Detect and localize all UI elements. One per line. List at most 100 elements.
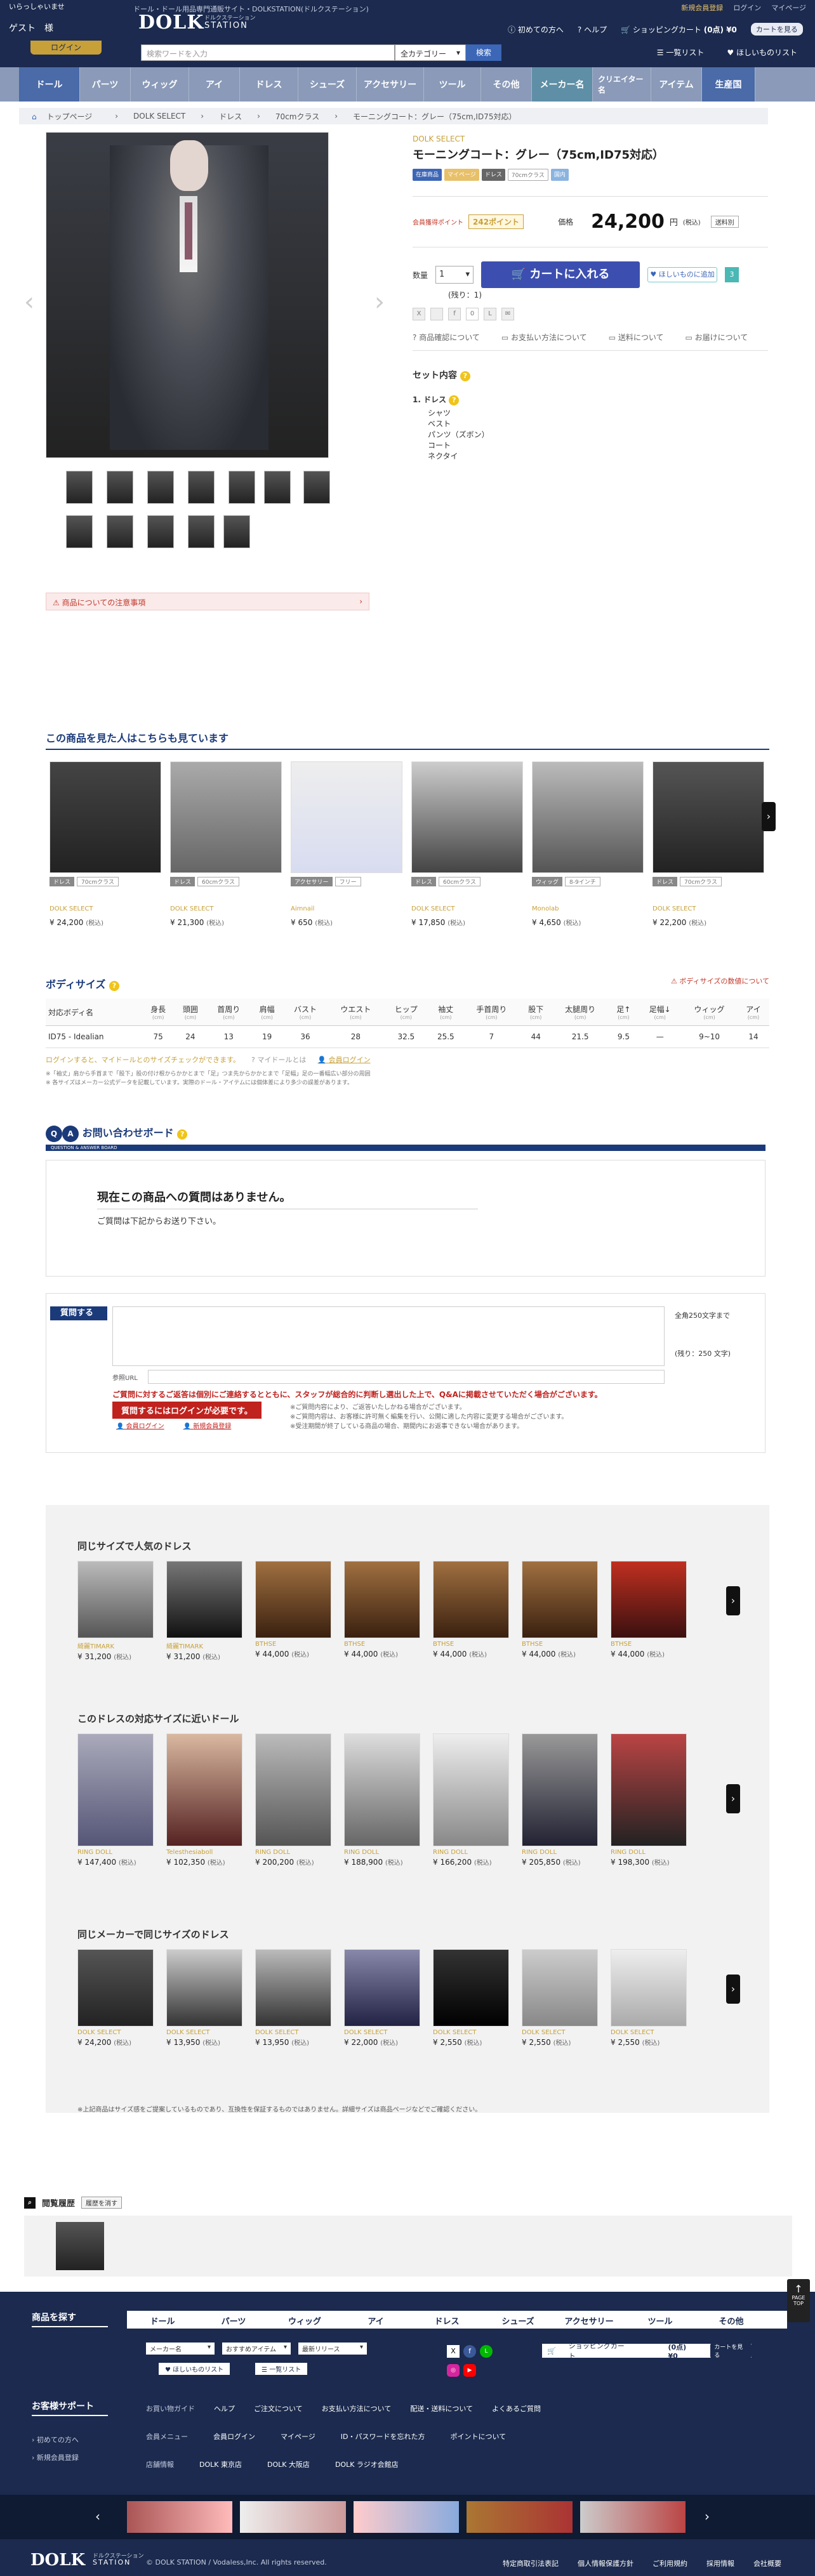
rec-card[interactable]: RING DOLL ¥ 200,200 (税込) xyxy=(255,1733,331,1867)
shipping-link[interactable]: ▭ 送料について xyxy=(609,332,664,343)
question-textarea[interactable] xyxy=(112,1306,665,1366)
rec-card[interactable]: DOLK SELECT ¥ 24,200 (税込) xyxy=(77,1949,154,2047)
product-card[interactable]: ドレス 60cmクラス DOLK SELECT ¥ 17,850 (税込) xyxy=(411,761,523,927)
wishlist-link[interactable]: ♥ ほしいものリスト xyxy=(727,47,797,58)
bodysize-warning-link[interactable]: ⚠ ボディサイズの数値について xyxy=(671,976,769,991)
footer-side-link[interactable]: › 初めての方へ xyxy=(32,2431,79,2449)
site-logo[interactable]: DOLK xyxy=(138,11,204,34)
mypage-link[interactable]: マイページ xyxy=(771,3,806,13)
footer-view-cart-button[interactable]: カートを見る xyxy=(710,2342,752,2360)
rec-card[interactable]: RING DOLL ¥ 166,200 (税込) xyxy=(433,1733,509,1867)
banner-item[interactable] xyxy=(467,2501,573,2533)
thumbnail[interactable] xyxy=(107,515,133,548)
banner-prev-arrow[interactable]: ‹ xyxy=(95,2509,100,2524)
thumbnail[interactable] xyxy=(107,471,133,504)
search-input[interactable]: 検索ワードを入力 xyxy=(141,44,395,61)
footer-nav-item[interactable]: シューズ xyxy=(482,2315,553,2327)
banner-item[interactable] xyxy=(240,2501,346,2533)
footer-nav-item[interactable]: ツール xyxy=(625,2315,696,2327)
instagram-icon[interactable]: ◎ xyxy=(447,2364,460,2377)
qa-register-link[interactable]: 👤 新規会員登録 xyxy=(183,1421,232,1430)
rec-card[interactable]: DOLK SELECT ¥ 13,950 (税込) xyxy=(166,1949,242,2047)
nav-shoes[interactable]: シューズ xyxy=(298,67,357,102)
youtube-icon[interactable]: ▶ xyxy=(463,2364,476,2377)
nav-maker[interactable]: メーカー名 xyxy=(532,67,593,102)
rec-card[interactable]: DOLK SELECT ¥ 2,550 (税込) xyxy=(433,1949,509,2047)
carousel-next-button[interactable]: › xyxy=(762,802,776,831)
footer-link[interactable]: ポイントについて xyxy=(451,2431,507,2441)
footer-link[interactable]: DOLK ラジオ会館店 xyxy=(335,2459,399,2469)
qa-login-link[interactable]: 👤 会員ログイン xyxy=(116,1421,164,1430)
line-share-icon[interactable]: L xyxy=(484,308,496,320)
footer-bottom-link[interactable]: 採用情報 xyxy=(706,2558,734,2568)
footer-link[interactable]: マイページ xyxy=(281,2431,315,2441)
nav-dress[interactable]: ドレス xyxy=(240,67,298,102)
footer-side-link[interactable]: › 新規会員登録 xyxy=(32,2449,79,2467)
product-card[interactable]: ドレス 70cmクラス DOLK SELECT ¥ 22,200 (税込) xyxy=(653,761,764,927)
thumbnail[interactable] xyxy=(223,515,250,548)
thumbnail[interactable] xyxy=(66,515,93,548)
thumbnail[interactable] xyxy=(229,471,255,504)
footer-logo[interactable]: DOLK xyxy=(30,2551,85,2570)
banner-next-arrow[interactable]: › xyxy=(705,2509,710,2524)
thumbnail[interactable] xyxy=(264,471,291,504)
search-button[interactable]: 検索 xyxy=(466,44,501,61)
view-cart-button[interactable]: カートを見る xyxy=(750,23,803,36)
ref-url-input[interactable] xyxy=(148,1370,665,1384)
category-select[interactable]: 全カテゴリー ▾ xyxy=(395,44,466,61)
member-login-link[interactable]: 👤 会員ログイン xyxy=(317,1055,370,1065)
history-item[interactable] xyxy=(56,2222,104,2270)
thumbnail[interactable] xyxy=(147,471,174,504)
footer-nav-item[interactable]: アクセサリー xyxy=(553,2315,625,2327)
x-icon[interactable]: X xyxy=(447,2345,460,2358)
footer-link[interactable]: 会員ログイン xyxy=(213,2431,255,2441)
rec-card[interactable]: DOLK SELECT ¥ 2,550 (税込) xyxy=(611,1949,687,2047)
rec-card[interactable]: RING DOLL ¥ 198,300 (税込) xyxy=(611,1733,687,1867)
help-link[interactable]: ? ヘルプ xyxy=(578,24,607,35)
x-share-icon[interactable]: X xyxy=(413,308,425,320)
nav-accessory[interactable]: アクセサリー xyxy=(357,67,424,102)
footer-list-button[interactable]: ☰ 一覧リスト xyxy=(255,2363,308,2375)
prev-image-arrow[interactable]: ‹ xyxy=(24,289,34,315)
nav-other[interactable]: その他 xyxy=(481,67,532,102)
nav-parts[interactable]: パーツ xyxy=(80,67,131,102)
rec-card[interactable]: BTHSE ¥ 44,000 (税込) xyxy=(611,1561,687,1659)
thumbnail[interactable] xyxy=(188,515,215,548)
footer-nav-item[interactable]: その他 xyxy=(696,2315,767,2327)
footer-nav-item[interactable]: パーツ xyxy=(198,2315,269,2327)
add-wishlist-button[interactable]: ♥ ほしいものに追加 xyxy=(647,267,718,282)
banner-item[interactable] xyxy=(580,2501,686,2533)
rec-card[interactable]: BTHSE ¥ 44,000 (税込) xyxy=(522,1561,598,1659)
breadcrumb-size[interactable]: 70cmクラス xyxy=(268,111,327,122)
thumbnail[interactable] xyxy=(147,515,174,548)
carousel-next-button[interactable]: › xyxy=(726,1784,740,1813)
qty-select[interactable]: 1 ▾ xyxy=(435,266,474,284)
footer-wishlist-button[interactable]: ♥ ほしいものリスト xyxy=(159,2363,230,2375)
rec-card[interactable]: Telesthesiaboll ¥ 102,350 (税込) xyxy=(166,1733,242,1867)
share-icon[interactable] xyxy=(430,308,443,320)
footer-link[interactable]: 配送・送料について xyxy=(410,2403,473,2414)
page-top-button[interactable]: ↑ PAGE TOP xyxy=(787,2279,810,2322)
list-link[interactable]: ☰ 一覧リスト xyxy=(657,47,705,58)
login-link[interactable]: ログイン xyxy=(733,3,761,13)
thumbnail[interactable] xyxy=(188,471,215,504)
help-icon[interactable]: ? xyxy=(460,371,470,381)
thumbnail[interactable] xyxy=(66,471,93,504)
cart-link[interactable]: 🛒 ショッピングカート (0点) ¥0 xyxy=(621,24,737,35)
rec-card[interactable]: DOLK SELECT ¥ 22,000 (税込) xyxy=(344,1949,420,2047)
nav-tool[interactable]: ツール xyxy=(424,67,481,102)
rec-card[interactable]: RING DOLL ¥ 205,850 (税込) xyxy=(522,1733,598,1867)
help-icon[interactable]: ? xyxy=(177,1129,188,1140)
footer-nav-item[interactable]: ウィッグ xyxy=(269,2315,340,2327)
clear-history-button[interactable]: 履歴を消す xyxy=(81,2197,123,2209)
nav-country[interactable]: 生産国 xyxy=(702,67,755,102)
confirm-link[interactable]: ? 商品確認について xyxy=(413,332,480,343)
nav-creator[interactable]: クリエイター名 xyxy=(593,67,651,102)
firsttime-link[interactable]: ⓘ 初めての方へ xyxy=(508,24,564,35)
footer-link[interactable]: ID・パスワードを忘れた方 xyxy=(341,2431,425,2441)
product-card[interactable]: ドレス 60cmクラス DOLK SELECT ¥ 21,300 (税込) xyxy=(170,761,282,927)
footer-link[interactable]: ご注文について xyxy=(254,2403,303,2414)
banner-item[interactable] xyxy=(353,2501,460,2533)
breadcrumb-home[interactable]: ⌂ トップページ xyxy=(24,111,107,122)
footer-nav-item[interactable]: ドール xyxy=(127,2315,198,2327)
